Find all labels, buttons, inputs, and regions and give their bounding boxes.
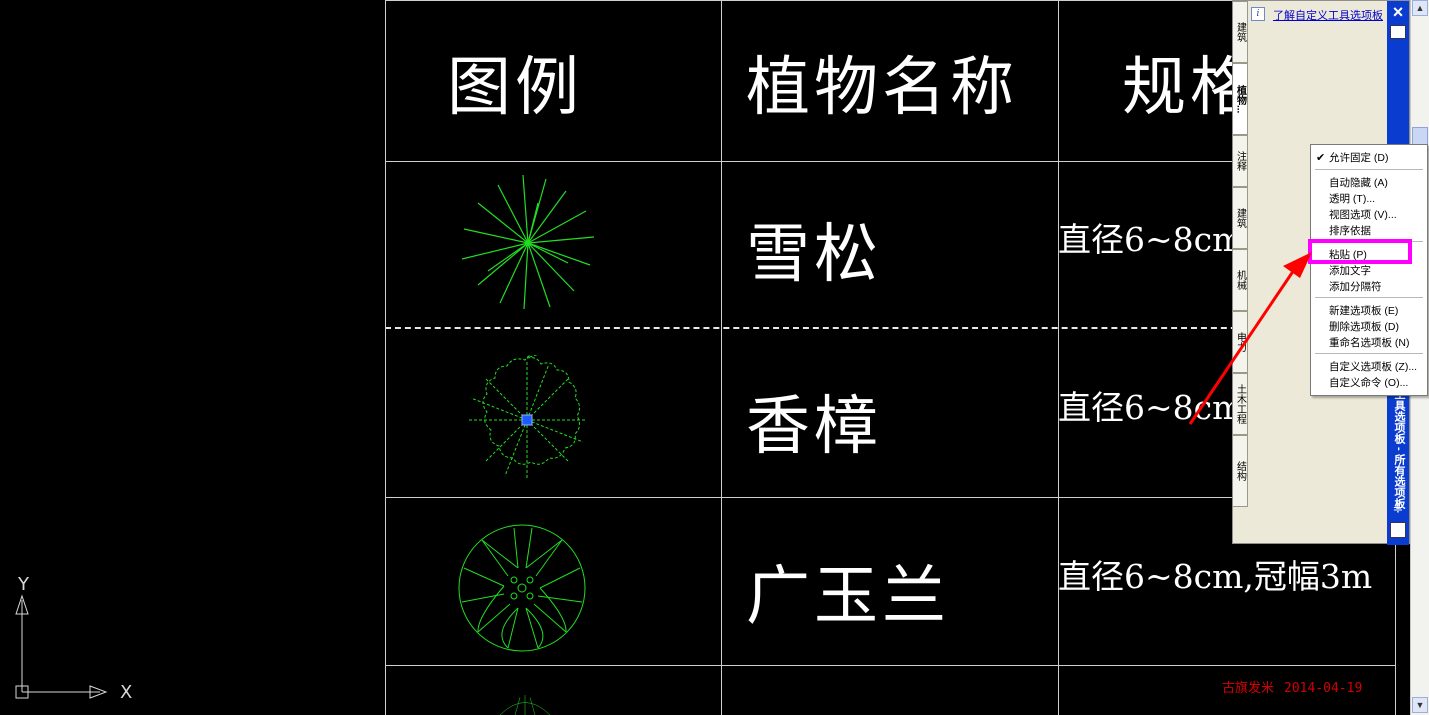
menu-item-customize-commands[interactable]: 自定义命令 (O)... [1329, 375, 1408, 390]
tab-annotation[interactable]: 注释 [1233, 135, 1248, 187]
cedar-tree-symbol[interactable] [458, 173, 598, 313]
tab-electrical[interactable]: 电力 [1233, 311, 1248, 373]
info-icon: i [1251, 7, 1265, 21]
ucs-y-label: Y [18, 574, 29, 595]
stamp-date: 2014-04-19 [1284, 681, 1363, 696]
plant-name-magnolia: 广玉兰 [746, 560, 950, 634]
plant-name-cedar: 雪松 [746, 218, 882, 292]
tab-structural[interactable]: 结构 [1233, 435, 1248, 507]
menu-separator [1315, 353, 1423, 354]
menu-item-auto-hide[interactable]: 自动隐藏 (A) [1329, 175, 1388, 190]
menu-item-allow-docking[interactable]: 允许固定 (D) [1329, 150, 1389, 165]
menu-item-add-separator[interactable]: 添加分隔符 [1329, 279, 1382, 294]
author-stamp: 古旗发米 2014-04-19 [1222, 677, 1372, 696]
tab-label: 机械 [1234, 270, 1246, 290]
tab-label: 注释 [1234, 151, 1246, 171]
table-col-divider [385, 0, 386, 715]
menu-item-delete-palette[interactable]: 删除选项板 (D) [1329, 319, 1399, 334]
tab-label: 电力 [1234, 332, 1246, 352]
tab-label: 结构 [1234, 461, 1246, 481]
help-link[interactable]: 了解自定义工具选项板 [1273, 7, 1383, 23]
ucs-x-label: X [120, 682, 133, 703]
plant-spec-magnolia: 直径6~8cm,冠幅3m [1058, 557, 1373, 596]
plant-spec-camphor: 直径6~8cm [1058, 388, 1244, 427]
tab-label: 植物... [1234, 84, 1246, 114]
stamp-author: 古旗发米 [1222, 681, 1275, 696]
palette-menu-icon[interactable] [1390, 522, 1406, 538]
check-icon: ✔ [1316, 152, 1326, 164]
scroll-thumb[interactable] [1412, 127, 1428, 145]
context-menu[interactable]: ✔ 允许固定 (D) 自动隐藏 (A) 透明 (T)... 视图选项 (V)..… [1310, 144, 1428, 396]
menu-item-transparency[interactable]: 透明 (T)... [1329, 191, 1375, 206]
scroll-down-button[interactable]: ▼ [1412, 697, 1428, 713]
tab-mechanical[interactable]: 机械 [1233, 249, 1248, 311]
menu-separator [1315, 297, 1423, 298]
tab-civil[interactable]: 土木工程 [1233, 373, 1248, 435]
table-col-divider [1058, 0, 1059, 715]
plant-spec-cedar: 直径6~8cm [1058, 220, 1244, 259]
tab-architecture[interactable]: 建筑 [1233, 1, 1248, 63]
tab-label: 建筑 [1234, 208, 1246, 228]
menu-item-add-text[interactable]: 添加文字 [1329, 263, 1371, 278]
palette-title: 工具选项板 - 所有选项板 [1393, 389, 1405, 509]
palette-tabs: 建筑 植物... 注释 建筑 机械 电力 土木工程 结构 [1233, 1, 1249, 511]
menu-separator [1315, 169, 1423, 170]
tab-building[interactable]: 建筑 [1233, 187, 1248, 249]
magnolia-tree-symbol[interactable] [456, 522, 588, 654]
menu-item-view-options[interactable]: 视图选项 (V)... [1329, 207, 1397, 222]
menu-item-new-palette[interactable]: 新建选项板 (E) [1329, 303, 1398, 318]
tab-label: 建筑 [1234, 22, 1246, 42]
properties-icon[interactable] [1390, 25, 1406, 39]
header-legend: 图例 [447, 51, 583, 125]
autohide-icon[interactable]: ≑ [1390, 501, 1406, 517]
header-plant-name: 植物名称 [746, 51, 1018, 125]
paste-highlight-box [1308, 239, 1412, 264]
menu-item-rename-palette[interactable]: 重命名选项板 (N) [1329, 335, 1410, 350]
table-row-divider [385, 665, 1396, 666]
camphor-tree-symbol[interactable] [462, 355, 592, 485]
drawing-canvas[interactable]: 图例 植物名称 规格 雪松 直径6~8cm 香樟 直径6~8cm 广玉兰 直径6… [0, 0, 1429, 715]
tab-plants[interactable]: 植物... [1233, 63, 1248, 135]
tab-label: 土木工程 [1234, 384, 1246, 424]
scroll-up-button[interactable]: ▲ [1412, 0, 1428, 16]
close-icon[interactable]: × [1389, 3, 1407, 21]
menu-item-customize-palettes[interactable]: 自定义选项板 (Z)... [1329, 359, 1417, 374]
plant-name-camphor: 香樟 [746, 390, 882, 464]
table-col-divider [721, 0, 722, 715]
menu-item-sort-by[interactable]: 排序依据 [1329, 223, 1371, 238]
partial-tree-symbol[interactable] [470, 690, 580, 715]
